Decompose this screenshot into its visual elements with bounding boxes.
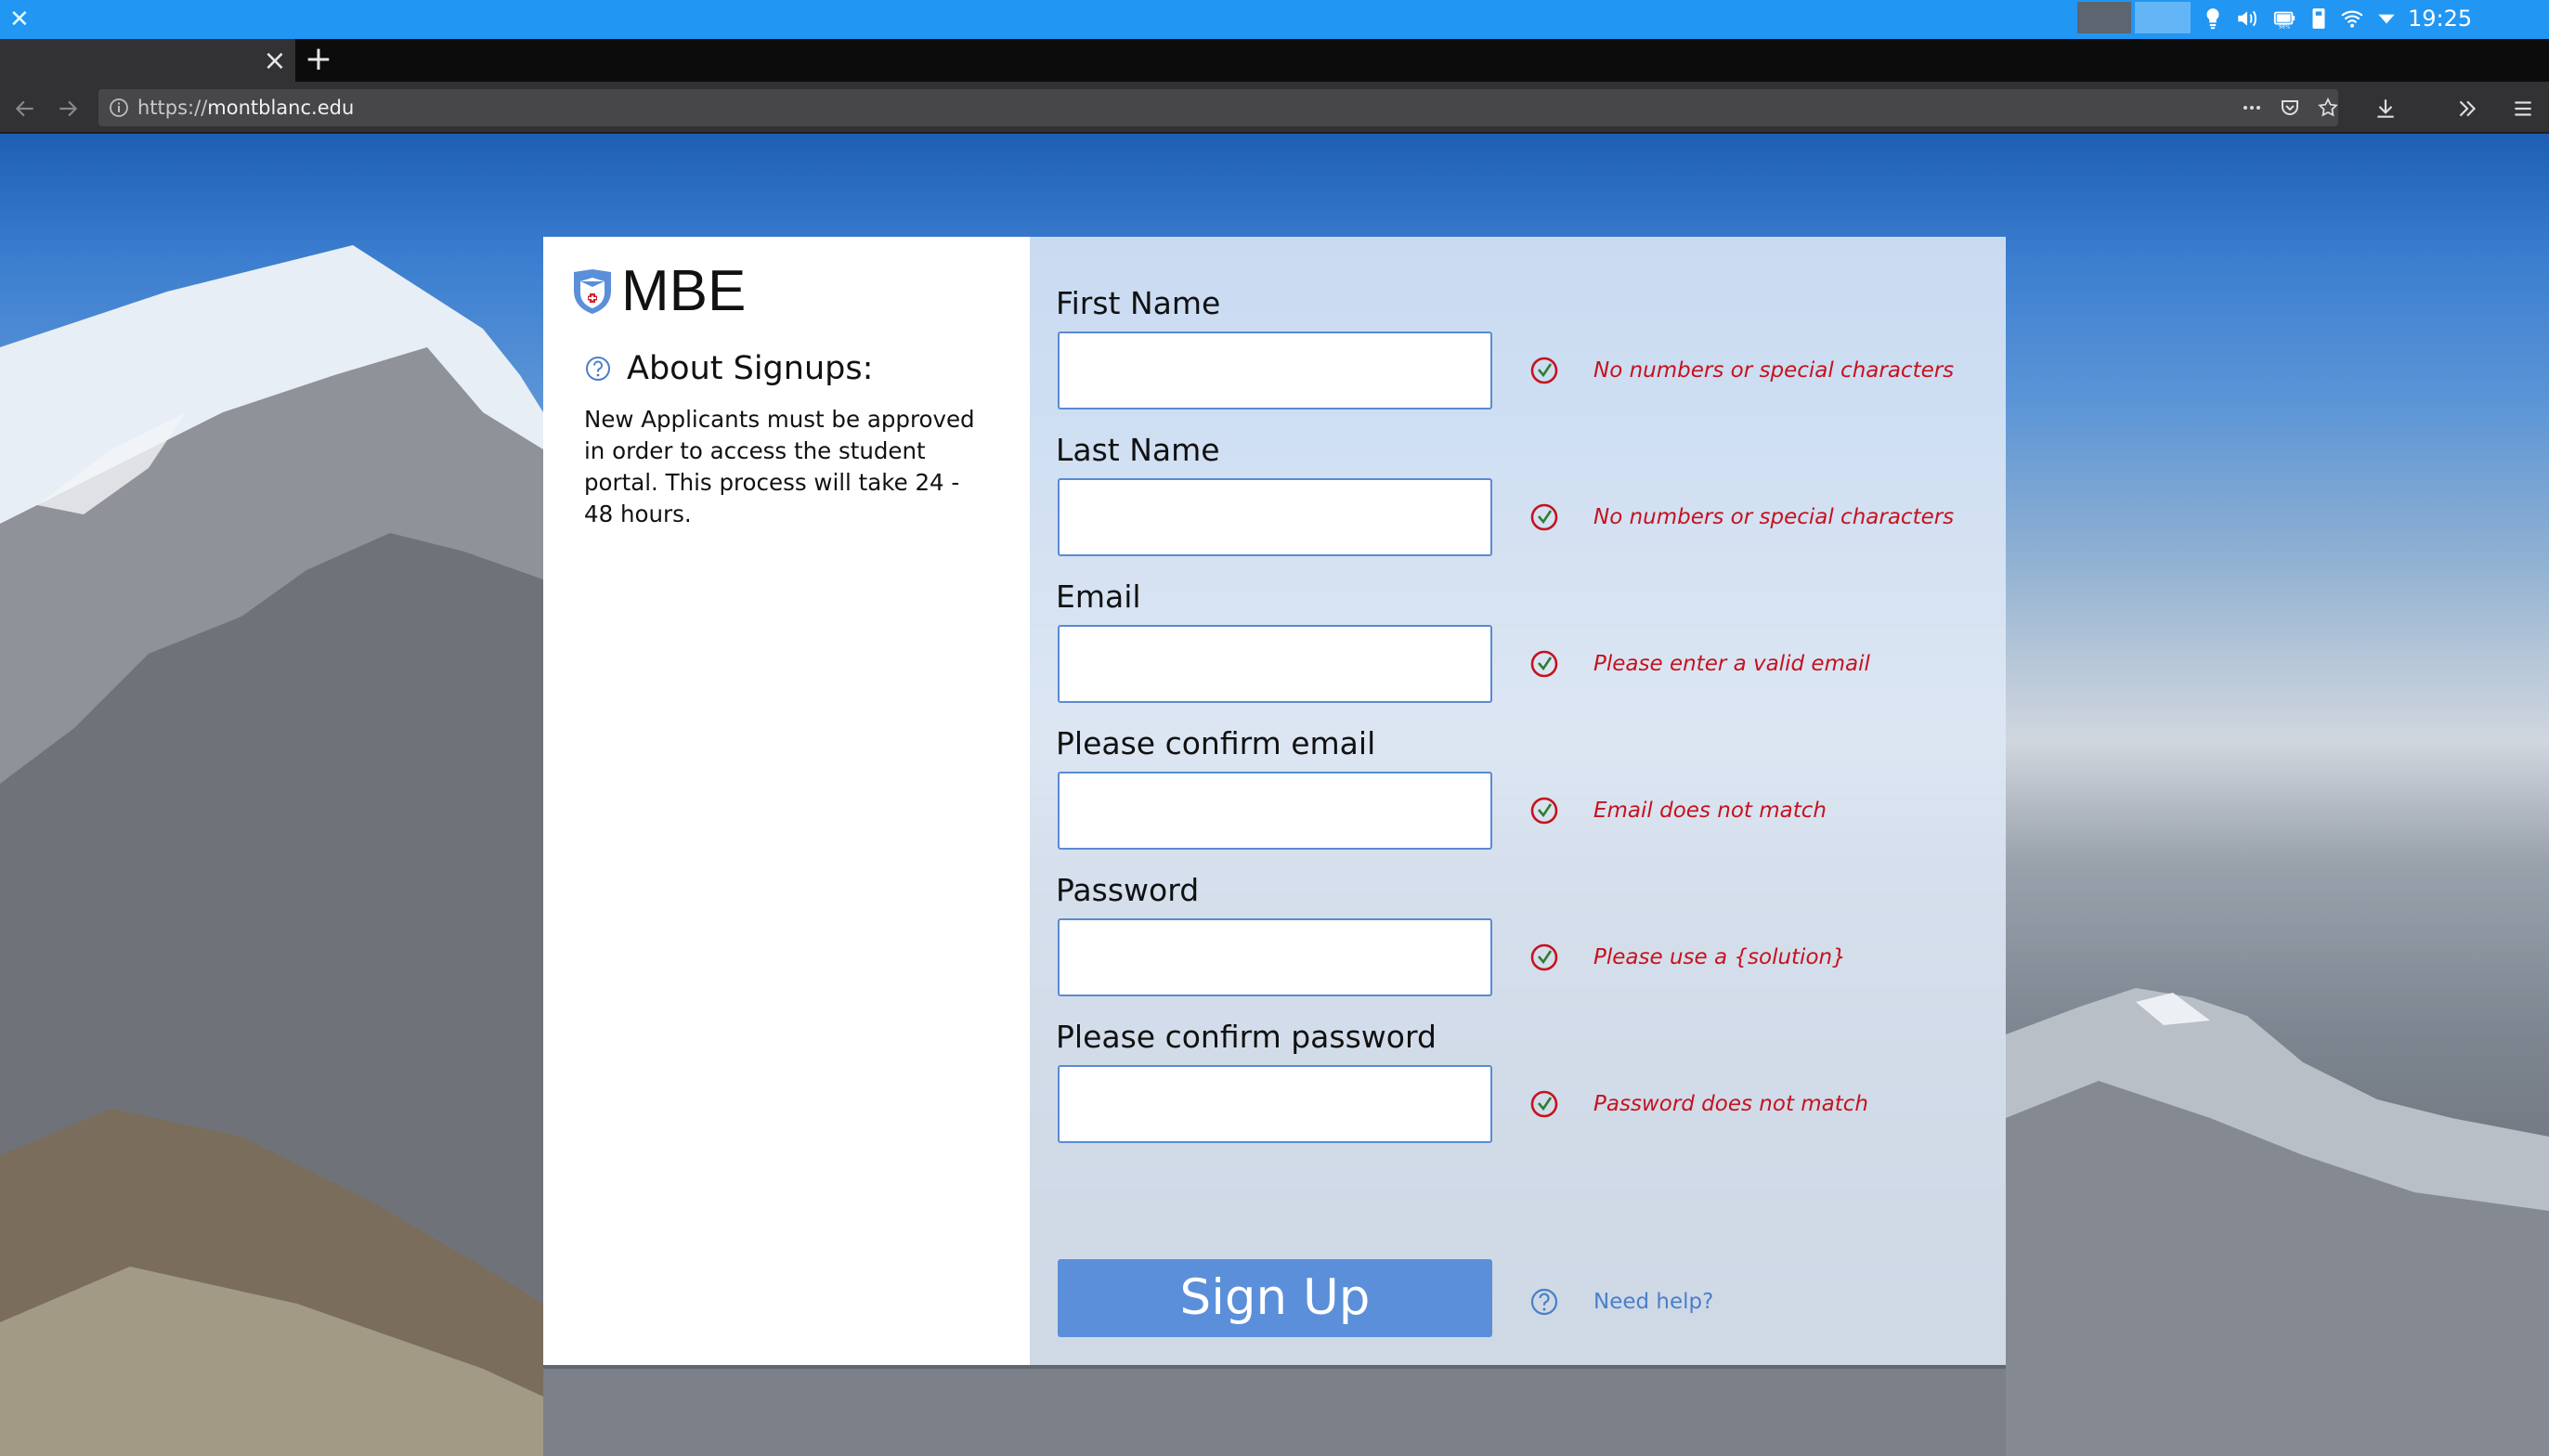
logo-text: MBE: [621, 259, 747, 323]
need-help-link[interactable]: Need help?: [1593, 1285, 1713, 1319]
confirm-password-error: Password does not match: [1593, 1092, 1869, 1116]
logo-shield-icon: [574, 269, 611, 314]
email-input[interactable]: [1058, 625, 1492, 703]
help-question-icon[interactable]: [1528, 1285, 1561, 1319]
battery-icon[interactable]: 98%: [2269, 4, 2301, 33]
back-button[interactable]: [9, 93, 41, 124]
os-top-bar: ✕ 98% 19:25: [0, 0, 2549, 39]
password-error: Please use a {solution}: [1593, 945, 1846, 969]
page-viewport: MBE About Signups: New Applicants must b…: [0, 134, 2549, 1456]
info-panel: MBE About Signups: New Applicants must b…: [543, 237, 1030, 1365]
email-error: Please enter a valid email: [1593, 652, 1870, 676]
question-icon: [586, 357, 610, 381]
error-icon: [1530, 650, 1558, 678]
error-icon: [1530, 503, 1558, 531]
tab-strip: × +: [0, 39, 2549, 82]
chevron-down-icon[interactable]: [2373, 4, 2399, 33]
error-icon: [1530, 943, 1558, 971]
download-icon[interactable]: [2370, 93, 2401, 124]
confirm-email-label: Please confirm email: [1056, 725, 1376, 761]
overflow-chevron-icon[interactable]: [2451, 93, 2483, 124]
password-label: Password: [1056, 872, 1200, 908]
bookmark-star-icon[interactable]: [2314, 95, 2342, 121]
about-title: About Signups:: [627, 350, 874, 387]
removable-drive-icon[interactable]: [2307, 4, 2331, 33]
tab-active[interactable]: ×: [0, 39, 295, 82]
first-name-error: No numbers or special characters: [1593, 358, 1955, 383]
first-name-input[interactable]: [1058, 332, 1492, 410]
lightbulb-icon[interactable]: [2199, 4, 2227, 33]
forward-button[interactable]: [52, 93, 84, 124]
clock: 19:25: [2408, 6, 2473, 32]
workspace-2[interactable]: [2135, 2, 2191, 33]
confirm-password-input[interactable]: [1058, 1065, 1492, 1143]
more-actions-icon[interactable]: [2238, 95, 2266, 121]
logo: MBE: [571, 263, 746, 320]
password-input[interactable]: [1058, 918, 1492, 996]
error-icon: [1530, 1090, 1558, 1118]
first-name-label: First Name: [1056, 285, 1221, 321]
about-body: New Applicants must be approved in order…: [584, 406, 975, 527]
confirm-email-input[interactable]: [1058, 772, 1492, 850]
pocket-icon[interactable]: [2276, 95, 2304, 121]
confirm-password-label: Please confirm password: [1056, 1019, 1437, 1055]
confirm-email-error: Email does not match: [1593, 799, 1827, 823]
signup-card: MBE About Signups: New Applicants must b…: [543, 237, 2006, 1365]
wifi-icon[interactable]: [2336, 4, 2368, 33]
volume-icon[interactable]: [2232, 4, 2262, 33]
email-label: Email: [1056, 578, 1141, 615]
hamburger-menu-icon[interactable]: [2507, 93, 2539, 124]
url-bar[interactable]: https://montblanc.edu: [98, 89, 2338, 126]
tab-close-icon[interactable]: ×: [262, 47, 288, 75]
new-tab-button[interactable]: +: [303, 43, 334, 76]
last-name-label: Last Name: [1056, 432, 1220, 468]
site-info-icon[interactable]: [108, 97, 130, 119]
error-icon: [1530, 797, 1558, 825]
url-text[interactable]: https://montblanc.edu: [137, 89, 354, 126]
error-icon: [1530, 357, 1558, 384]
about-heading: About Signups:: [584, 350, 873, 387]
navigation-bar: https://montblanc.edu: [0, 82, 2549, 134]
close-icon[interactable]: ✕: [9, 6, 30, 33]
battery-percent: 98%: [2279, 25, 2290, 31]
workspace-1[interactable]: [2077, 2, 2131, 33]
sign-up-button[interactable]: Sign Up: [1058, 1259, 1492, 1337]
last-name-input[interactable]: [1058, 478, 1492, 556]
last-name-error: No numbers or special characters: [1593, 505, 1955, 529]
